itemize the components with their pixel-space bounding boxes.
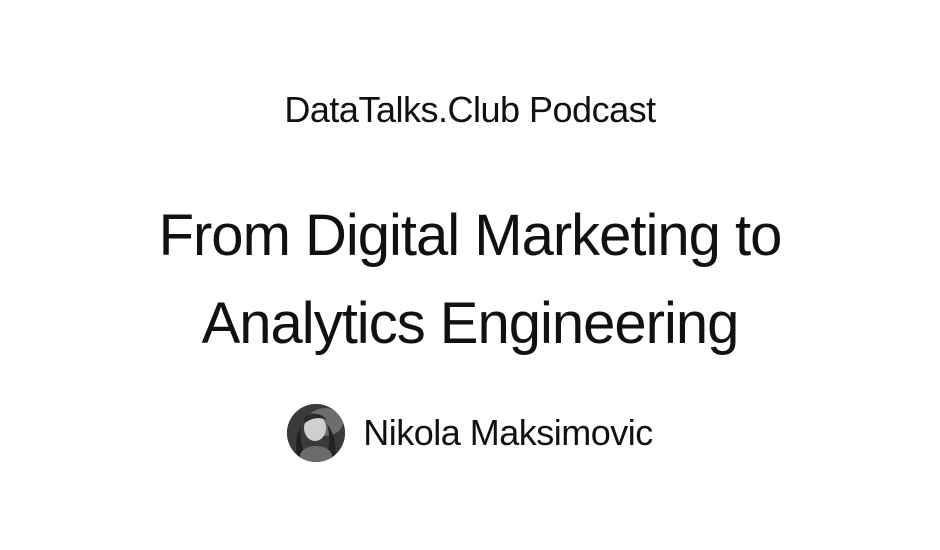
avatar-photo-icon [287,404,346,462]
podcast-name: DataTalks.Club Podcast [284,89,656,130]
guest-name: Nikola Maksimovic [363,412,653,453]
guest-avatar [287,404,346,462]
episode-card: DataTalks.Club Podcast From Digital Mark… [0,0,940,550]
episode-title: From Digital Marketing to Analytics Engi… [0,192,940,368]
guest: Nikola Maksimovic [0,402,940,464]
episode-title-line-1: From Digital Marketing to [158,203,783,268]
episode-title-line-2: Analytics Engineering [201,291,740,356]
